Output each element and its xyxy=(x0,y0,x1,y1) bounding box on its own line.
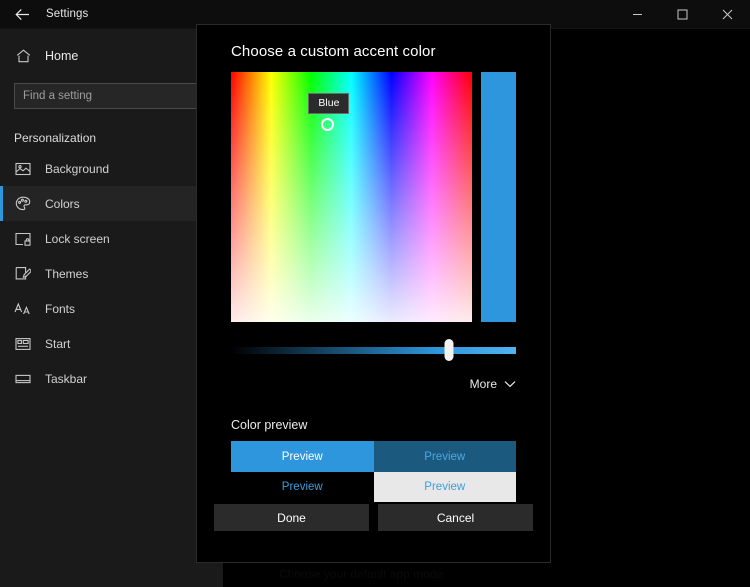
close-icon xyxy=(722,9,733,20)
window-body: Home Personalization Background xyxy=(0,29,750,587)
search-box[interactable] xyxy=(14,83,209,109)
sidebar-item-label-themes: Themes xyxy=(45,266,89,281)
back-arrow-icon xyxy=(14,8,30,21)
minimize-button[interactable] xyxy=(615,0,660,28)
search-input[interactable] xyxy=(14,83,209,109)
sidebar-item-label-background: Background xyxy=(45,161,110,176)
image-icon xyxy=(14,160,32,178)
settings-window: Settings Home Find a setting Personaliza… xyxy=(0,0,750,587)
sidebar: Home Personalization Background xyxy=(0,29,223,587)
back-button[interactable] xyxy=(0,0,44,28)
taskbar-icon xyxy=(14,370,32,388)
main-content-pane: Choose your default app mode xyxy=(223,29,750,587)
palette-icon xyxy=(14,195,32,213)
minimize-icon xyxy=(632,9,643,20)
obscured-setting-label: Choose your default app mode xyxy=(279,567,444,581)
fonts-icon xyxy=(14,300,32,318)
maximize-icon xyxy=(677,9,688,20)
sidebar-item-label-start: Start xyxy=(45,336,71,351)
sidebar-item-taskbar[interactable]: Taskbar xyxy=(0,361,223,396)
sidebar-item-label-colors: Colors xyxy=(45,196,80,211)
window-title: Settings xyxy=(46,8,89,20)
sidebar-item-background[interactable]: Background xyxy=(0,151,223,186)
sidebar-item-label-lock-screen: Lock screen xyxy=(45,231,110,246)
close-button[interactable] xyxy=(705,0,750,28)
maximize-button[interactable] xyxy=(660,0,705,28)
sidebar-item-label-home: Home xyxy=(45,49,79,63)
start-icon xyxy=(14,335,32,353)
lockscreen-icon xyxy=(14,230,32,248)
sidebar-item-label-fonts: Fonts xyxy=(45,301,76,316)
sidebar-item-lock-screen[interactable]: Lock screen xyxy=(0,221,223,256)
window-controls xyxy=(615,0,750,28)
sidebar-item-home[interactable]: Home xyxy=(0,37,223,75)
sidebar-item-colors[interactable]: Colors xyxy=(0,186,223,221)
home-icon xyxy=(14,47,32,65)
sidebar-item-fonts[interactable]: Fonts xyxy=(0,291,223,326)
sidebar-item-label-taskbar: Taskbar xyxy=(45,371,88,386)
sidebar-section-title: Personalization xyxy=(14,131,97,145)
themes-icon xyxy=(14,265,32,283)
sidebar-item-start[interactable]: Start xyxy=(0,326,223,361)
sidebar-item-themes[interactable]: Themes xyxy=(0,256,223,291)
title-bar: Settings xyxy=(0,0,750,29)
